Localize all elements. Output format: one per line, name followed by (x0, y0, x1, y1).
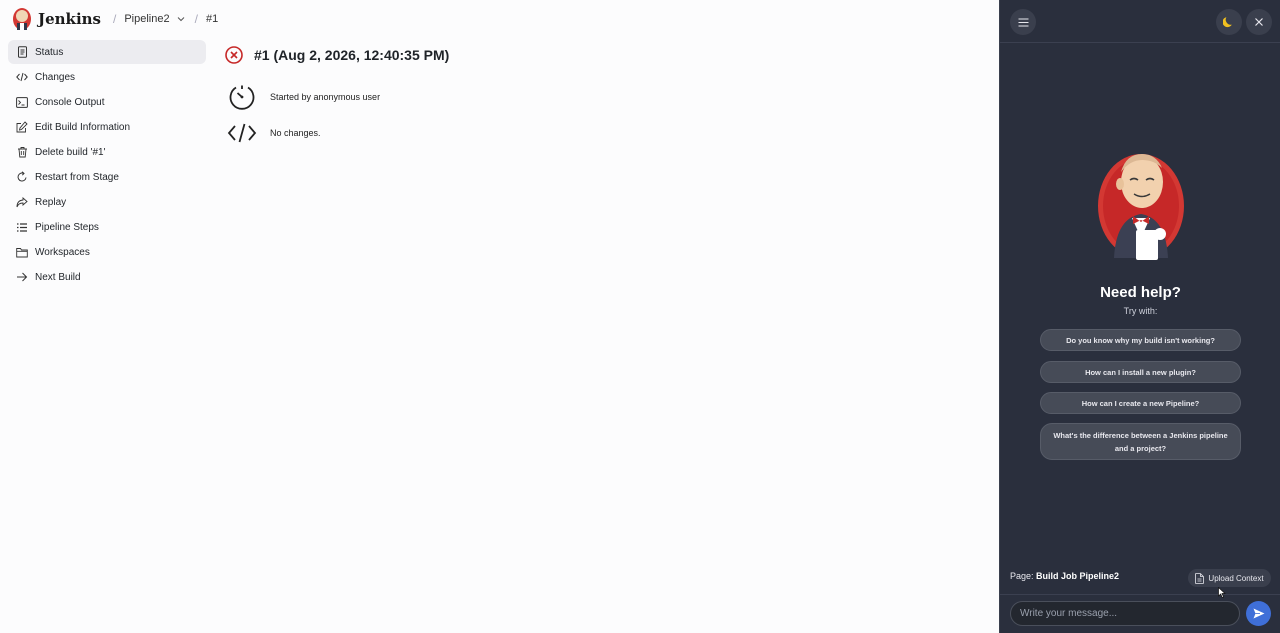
breadcrumb-label[interactable]: Pipeline2 (124, 13, 169, 25)
sidebar: Status Changes Console Output Edit Build… (8, 40, 206, 290)
page-label: Page: (1010, 571, 1034, 581)
page-value: Build Job Pipeline2 (1036, 571, 1120, 581)
no-changes-text: No changes. (270, 128, 321, 138)
code-icon (16, 71, 28, 83)
sidebar-item-label: Console Output (35, 96, 105, 108)
file-icon (1195, 572, 1205, 584)
moon-icon (1223, 17, 1232, 28)
breadcrumb-separator: / (113, 12, 117, 26)
close-icon (1255, 18, 1263, 26)
jenkins-mascot-image (1098, 154, 1184, 260)
need-help-heading: Need help? (1100, 284, 1181, 301)
sidebar-item-next-build[interactable]: Next Build (8, 265, 206, 289)
build-title-row: #1 (Aug 2, 2026, 12:40:35 PM) (224, 44, 449, 66)
theme-toggle-button[interactable] (1216, 9, 1242, 35)
started-by-row: Started by anonymous user (224, 82, 449, 112)
code-icon (224, 122, 260, 144)
replay-icon (16, 196, 28, 208)
panel-toolbar (1000, 0, 1280, 43)
sidebar-item-label: Workspaces (35, 246, 90, 258)
started-by-text: Started by anonymous user (270, 92, 381, 102)
sidebar-item-edit-build-information[interactable]: Edit Build Information (8, 115, 206, 139)
divider (1000, 594, 1280, 595)
upload-context-button[interactable]: Upload Context (1188, 569, 1271, 587)
sidebar-item-label: Changes (35, 71, 76, 83)
sidebar-item-label: Restart from Stage (35, 171, 119, 183)
sidebar-item-restart-from-stage[interactable]: Restart from Stage (8, 165, 206, 189)
mouse-cursor-icon (1218, 587, 1226, 599)
breadcrumb-separator: / (194, 12, 198, 26)
sidebar-item-label: Replay (35, 196, 67, 208)
sidebar-item-label: Status (35, 46, 64, 58)
top-header: Jenkins / Pipeline2 / #1 (0, 0, 1000, 38)
trash-icon (16, 146, 28, 158)
timer-icon (224, 83, 260, 111)
sidebar-item-changes[interactable]: Changes (8, 65, 206, 89)
send-icon (1253, 608, 1264, 619)
terminal-icon (16, 96, 28, 108)
restart-icon (16, 171, 28, 183)
edit-icon (16, 121, 28, 133)
assistant-panel: Need help? Try with: Do you know why my … (999, 0, 1280, 633)
chevron-down-icon[interactable] (177, 15, 185, 23)
sidebar-item-label: Pipeline Steps (35, 221, 99, 233)
message-input[interactable] (1010, 601, 1240, 626)
main-content: #1 (Aug 2, 2026, 12:40:35 PM) Started by… (224, 44, 449, 148)
brand-name[interactable]: Jenkins (38, 10, 101, 28)
jenkins-logo[interactable] (12, 7, 32, 31)
send-button[interactable] (1246, 601, 1271, 626)
breadcrumb-build[interactable]: #1 (206, 13, 218, 25)
suggestion-button[interactable]: Do you know why my build isn't working? (1040, 329, 1241, 351)
folder-icon (16, 246, 28, 258)
sidebar-item-label: Edit Build Information (35, 121, 131, 133)
suggestion-button[interactable]: How can I install a new plugin? (1040, 361, 1241, 383)
failed-status-icon (225, 46, 243, 64)
page-context-label: Page: Build Job Pipeline2 (1010, 571, 1119, 581)
menu-button[interactable] (1010, 9, 1036, 35)
sidebar-item-label: Delete build '#1' (35, 146, 106, 158)
upload-context-label: Upload Context (1208, 573, 1264, 583)
suggestion-button[interactable]: How can I create a new Pipeline? (1040, 392, 1241, 414)
breadcrumb-pipeline2[interactable]: Pipeline2 (124, 13, 184, 25)
sidebar-item-console-output[interactable]: Console Output (8, 90, 206, 114)
close-button[interactable] (1246, 9, 1272, 35)
try-with-text: Try with: (1123, 306, 1158, 316)
hamburger-icon (1018, 18, 1028, 26)
sidebar-item-workspaces[interactable]: Workspaces (8, 240, 206, 264)
changes-row: No changes. (224, 118, 449, 148)
page-title: #1 (Aug 2, 2026, 12:40:35 PM) (254, 47, 450, 63)
document-icon (16, 46, 28, 58)
sidebar-item-pipeline-steps[interactable]: Pipeline Steps (8, 215, 206, 239)
sidebar-item-label: Next Build (35, 271, 81, 283)
sidebar-item-replay[interactable]: Replay (8, 190, 206, 214)
sidebar-item-status[interactable]: Status (8, 40, 206, 64)
sidebar-item-delete-build[interactable]: Delete build '#1' (8, 140, 206, 164)
arrow-right-icon (16, 271, 28, 283)
list-icon (16, 221, 28, 233)
suggestion-button[interactable]: What's the difference between a Jenkins … (1040, 423, 1241, 460)
